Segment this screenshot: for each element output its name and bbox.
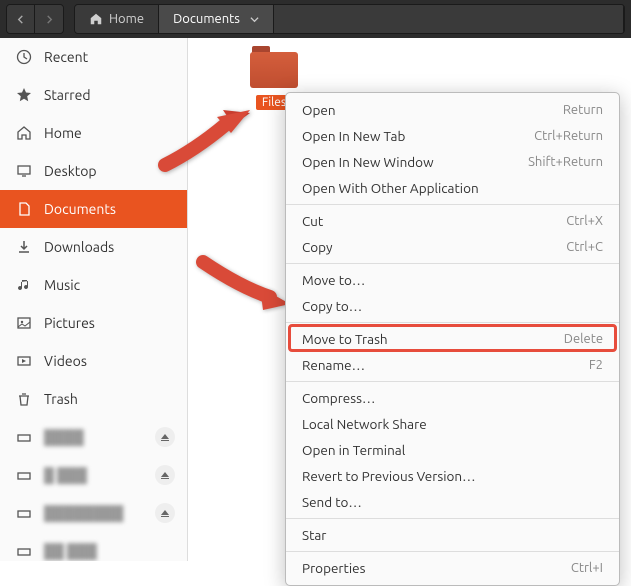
folder-icon <box>250 46 298 88</box>
menu-item-properties[interactable]: PropertiesCtrl+I <box>286 555 619 581</box>
crumb-documents[interactable]: Documents <box>159 5 274 33</box>
sidebar-item-documents[interactable]: Documents <box>0 190 187 228</box>
drive-icon <box>16 429 32 445</box>
eject-button[interactable] <box>155 427 175 447</box>
home-icon <box>16 125 32 141</box>
drive-icon <box>16 505 32 521</box>
menu-separator <box>286 263 619 264</box>
trash-icon <box>16 391 32 407</box>
crumb-spacer <box>274 5 624 33</box>
annotation-arrow-2 <box>195 252 295 316</box>
menu-separator <box>286 551 619 552</box>
eject-button[interactable] <box>155 465 175 485</box>
drive-icon <box>16 543 32 559</box>
drive-icon <box>16 467 32 483</box>
sidebar-mount-2[interactable]: ████████ <box>0 494 187 532</box>
menu-item-cut[interactable]: CutCtrl+X <box>286 208 619 234</box>
menu-item-copy-to[interactable]: Copy to… <box>286 293 619 319</box>
nav-buttons <box>6 4 64 34</box>
chevron-down-icon <box>250 15 259 24</box>
annotation-arrow-1 <box>155 105 255 179</box>
menu-separator <box>286 204 619 205</box>
menu-item-move-to-trash[interactable]: Move to TrashDelete <box>286 326 619 352</box>
sidebar-item-recent[interactable]: Recent <box>0 38 187 76</box>
picture-icon <box>16 315 32 331</box>
sidebar-mount-3[interactable]: ██ ███ <box>0 532 187 561</box>
menu-item-rename[interactable]: Rename…F2 <box>286 352 619 378</box>
video-icon <box>16 353 32 369</box>
sidebar-item-pictures[interactable]: Pictures <box>0 304 187 342</box>
menu-item-move-to[interactable]: Move to… <box>286 267 619 293</box>
crumb-home[interactable]: Home <box>75 5 159 33</box>
menu-item-send-to[interactable]: Send to… <box>286 489 619 515</box>
menu-separator <box>286 381 619 382</box>
star-icon <box>16 87 32 103</box>
menu-separator <box>286 518 619 519</box>
crumb-label: Documents <box>173 12 240 26</box>
menu-item-open[interactable]: OpenReturn <box>286 97 619 123</box>
eject-button[interactable] <box>155 503 175 523</box>
titlebar: Home Documents <box>0 0 631 38</box>
sidebar-item-videos[interactable]: Videos <box>0 342 187 380</box>
menu-separator <box>286 322 619 323</box>
clock-icon <box>16 49 32 65</box>
menu-item-star[interactable]: Star <box>286 522 619 548</box>
forward-button[interactable] <box>35 5 63 33</box>
sidebar-item-downloads[interactable]: Downloads <box>0 228 187 266</box>
desktop-icon <box>16 163 32 179</box>
menu-item-local-network-share[interactable]: Local Network Share <box>286 411 619 437</box>
menu-item-open-in-new-window[interactable]: Open In New WindowShift+Return <box>286 149 619 175</box>
download-icon <box>16 239 32 255</box>
menu-item-copy[interactable]: CopyCtrl+C <box>286 234 619 260</box>
sidebar-mount-0[interactable]: ████ <box>0 418 187 456</box>
menu-item-open-in-terminal[interactable]: Open in Terminal <box>286 437 619 463</box>
menu-item-compress[interactable]: Compress… <box>286 385 619 411</box>
breadcrumb: Home Documents <box>74 4 625 34</box>
music-icon <box>16 277 32 293</box>
menu-item-open-with-other-application[interactable]: Open With Other Application <box>286 175 619 201</box>
sidebar-item-music[interactable]: Music <box>0 266 187 304</box>
context-menu: OpenReturnOpen In New TabCtrl+ReturnOpen… <box>285 92 620 586</box>
file-icon <box>16 201 32 217</box>
menu-item-open-in-new-tab[interactable]: Open In New TabCtrl+Return <box>286 123 619 149</box>
crumb-label: Home <box>109 12 144 26</box>
back-button[interactable] <box>7 5 35 33</box>
sidebar-item-trash[interactable]: Trash <box>0 380 187 418</box>
sidebar-mount-1[interactable]: █ ███ <box>0 456 187 494</box>
home-icon <box>89 12 103 26</box>
menu-item-revert-to-previous-version[interactable]: Revert to Previous Version… <box>286 463 619 489</box>
